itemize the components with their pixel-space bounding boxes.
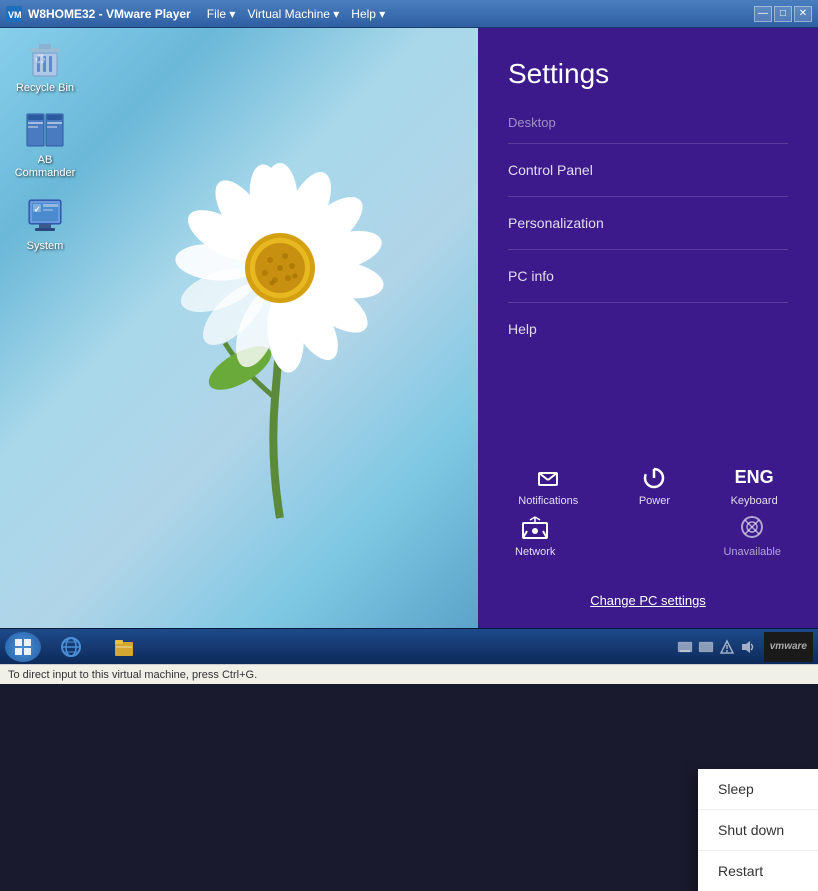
vmware-label: vmware xyxy=(770,641,807,652)
notifications-icon xyxy=(535,468,561,490)
tray-icon-2[interactable] xyxy=(698,639,714,655)
system-label: System xyxy=(27,240,64,253)
explorer-icon xyxy=(112,635,136,659)
close-button[interactable]: ✕ xyxy=(794,6,812,22)
change-pc-settings-link[interactable]: Change PC settings xyxy=(478,578,818,628)
desktop-wallpaper xyxy=(80,78,460,558)
title-bar-left: VM W8HOME32 - VMware Player File ▾ Virtu… xyxy=(6,6,385,22)
recycle-bin-icon[interactable]: ♻ Recycle Bin xyxy=(10,38,80,95)
taskbar-tray: vmware xyxy=(677,632,813,662)
settings-panel: Settings Desktop Control Panel Personali… xyxy=(478,28,818,628)
power-button[interactable]: Power xyxy=(639,464,670,507)
settings-item-desktop: Desktop xyxy=(508,105,788,135)
start-button[interactable] xyxy=(5,632,41,662)
settings-item-personalization[interactable]: Personalization xyxy=(508,205,788,241)
menu-file[interactable]: File ▾ xyxy=(207,7,236,21)
settings-item-control-panel[interactable]: Control Panel xyxy=(508,152,788,188)
tray-icons xyxy=(677,639,756,655)
taskbar-ie[interactable] xyxy=(46,632,96,662)
power-label: Power xyxy=(639,495,670,507)
keyboard-button[interactable]: ENG Keyboard xyxy=(731,464,778,507)
ab-commander-icon[interactable]: ABCommander xyxy=(10,110,80,180)
settings-menu: Desktop Control Panel Personalization PC… xyxy=(478,105,818,449)
power-menu: Sleep Shut down Restart xyxy=(698,769,818,891)
notifications-button[interactable]: Notifications xyxy=(518,468,578,507)
keyboard-label: Keyboard xyxy=(731,495,778,507)
tray-icon-3[interactable] xyxy=(719,639,735,655)
start-icon xyxy=(14,638,32,656)
taskbar: vmware xyxy=(0,628,818,664)
desktop: ♻ Recycle Bin ABCommander xyxy=(0,28,478,628)
divider-1 xyxy=(508,143,788,144)
svg-text:♻: ♻ xyxy=(34,51,47,67)
settings-title: Settings xyxy=(478,28,818,105)
tray-icon-1[interactable] xyxy=(677,639,693,655)
system-svg: ✓ xyxy=(25,196,65,236)
sleep-button[interactable]: Sleep xyxy=(698,769,818,810)
menu-help[interactable]: Help ▾ xyxy=(351,7,385,21)
divider-2 xyxy=(508,196,788,197)
minimize-button[interactable]: — xyxy=(754,6,772,22)
svg-text:✓: ✓ xyxy=(34,205,41,214)
vmware-icon: VM xyxy=(6,6,22,22)
status-text: To direct input to this virtual machine,… xyxy=(8,669,257,681)
system-icon[interactable]: ✓ System xyxy=(10,196,80,253)
window-controls: — □ ✕ xyxy=(754,6,812,22)
restart-button[interactable]: Restart xyxy=(698,851,818,891)
network-icon xyxy=(520,515,550,541)
ab-commander-label: ABCommander xyxy=(15,154,76,180)
taskbar-explorer[interactable] xyxy=(99,632,149,662)
divider-4 xyxy=(508,302,788,303)
flower-svg xyxy=(80,78,460,558)
title-bar: VM W8HOME32 - VMware Player File ▾ Virtu… xyxy=(0,0,818,28)
svg-text:VM: VM xyxy=(8,10,22,20)
menu-virtual-machine[interactable]: Virtual Machine ▾ xyxy=(247,7,339,21)
network-label: Network xyxy=(515,546,555,558)
power-icon xyxy=(641,464,667,490)
settings-item-help[interactable]: Help xyxy=(508,311,788,347)
settings-item-pc-info[interactable]: PC info xyxy=(508,258,788,294)
recycle-bin-svg: ♻ xyxy=(25,38,65,78)
menu-bar: File ▾ Virtual Machine ▾ Help ▾ xyxy=(207,7,386,21)
unavailable-icon xyxy=(737,515,767,541)
main-area: ♻ Recycle Bin ABCommander xyxy=(0,28,818,628)
notifications-label: Notifications xyxy=(518,495,578,507)
keyboard-eng-label: ENG xyxy=(735,464,774,490)
vmware-brand: vmware xyxy=(764,632,813,662)
ab-commander-svg xyxy=(25,110,65,150)
ie-icon xyxy=(59,635,83,659)
divider-3 xyxy=(508,249,788,250)
shutdown-button[interactable]: Shut down xyxy=(698,810,818,851)
recycle-bin-label: Recycle Bin xyxy=(16,82,74,95)
window-title: W8HOME32 - VMware Player xyxy=(28,7,191,21)
unavailable-button[interactable]: Unavailable xyxy=(723,515,780,558)
status-bar: To direct input to this virtual machine,… xyxy=(0,664,818,684)
desktop-icons: ♻ Recycle Bin ABCommander xyxy=(10,38,80,253)
unavailable-label: Unavailable xyxy=(723,546,780,558)
taskbar-items xyxy=(46,632,677,662)
maximize-button[interactable]: □ xyxy=(774,6,792,22)
tray-icon-speaker[interactable] xyxy=(740,639,756,655)
network-button[interactable]: Network xyxy=(515,515,555,558)
